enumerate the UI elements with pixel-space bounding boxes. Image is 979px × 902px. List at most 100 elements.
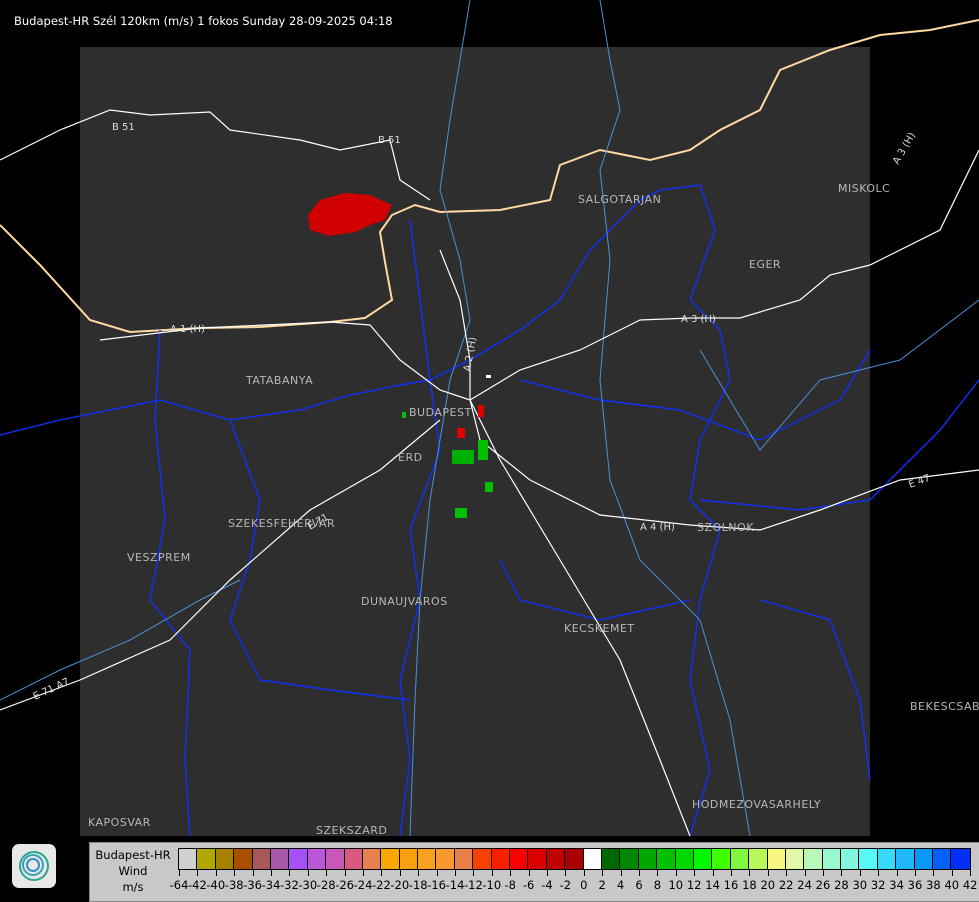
legend-tick-label: 16 <box>723 878 739 892</box>
legend-radar-name: Budapest-HR <box>95 848 171 862</box>
legend-tick <box>786 870 788 876</box>
radar-echo <box>402 412 406 418</box>
legend-tick-label: 4 <box>616 878 625 892</box>
legend-tick-label: -26 <box>335 878 354 892</box>
radar-echo <box>455 508 467 518</box>
legend-tick-label: -2 <box>559 878 572 892</box>
legend-title: Budapest-HR Wind m/s <box>90 847 176 895</box>
legend-color-cell <box>381 849 400 869</box>
legend-tick <box>510 870 512 876</box>
legend-color-cell <box>473 849 492 869</box>
legend-color-cell <box>510 849 529 869</box>
legend-tick-label: 40 <box>944 878 960 892</box>
legend-tick-label: -8 <box>504 878 516 892</box>
legend-tick-label: 18 <box>742 878 757 892</box>
legend-tick-label: 6 <box>635 878 643 892</box>
city-label: BUDAPEST <box>409 406 472 419</box>
legend-tick <box>823 870 824 876</box>
legend-tick <box>179 870 180 876</box>
legend-color-cell <box>197 849 216 869</box>
legend-color-cell <box>528 849 547 869</box>
legend-color-cell <box>804 849 823 869</box>
legend-color-cell <box>933 849 952 869</box>
legend-tick-label: 8 <box>653 878 662 892</box>
legend-color-cell <box>179 849 198 869</box>
legend-tick <box>970 870 972 876</box>
legend-tick-label: -42 <box>187 878 207 892</box>
legend-tick-label: -28 <box>316 878 336 892</box>
legend-color-cell <box>215 849 235 869</box>
legend-tick-label: -30 <box>298 878 318 892</box>
legend-tick <box>473 870 475 876</box>
legend-tick <box>583 870 585 876</box>
radar-echo <box>485 482 493 492</box>
logo <box>12 844 56 888</box>
legend-tick <box>399 870 401 876</box>
legend-tick <box>215 870 217 876</box>
legend-tick <box>363 870 364 876</box>
city-label: SALGOTARJAN <box>578 193 661 206</box>
legend-color-cell <box>289 849 308 869</box>
legend-tick <box>234 870 236 876</box>
legend-color-cell <box>638 849 658 869</box>
legend-color-cell <box>730 849 750 869</box>
legend-tick-label: -24 <box>353 878 373 892</box>
legend-tick-label: 38 <box>926 878 941 892</box>
legend-color-bar <box>178 848 971 870</box>
legend-tick-label: -36 <box>243 878 262 892</box>
radar-echo <box>478 440 488 460</box>
legend-color-cell <box>693 849 713 869</box>
legend-tick <box>896 870 898 876</box>
road-label: E 71 A7 <box>32 676 72 702</box>
legend-color-cell <box>951 849 970 869</box>
legend-tick-label: -12 <box>463 878 483 892</box>
legend-tick <box>933 870 935 876</box>
legend-tick-label: 42 <box>962 878 978 892</box>
legend-tick <box>712 870 714 876</box>
radar-map[interactable]: SALGOTARJAN MISKOLC EGER TATABANYA BUDAP… <box>0 0 979 900</box>
legend-tick-label: -32 <box>279 878 299 892</box>
city-label: KAPOSVAR <box>88 816 151 829</box>
legend-color-cell <box>362 849 382 869</box>
legend-tick-label: 34 <box>889 878 904 892</box>
legend-tick <box>418 870 420 876</box>
radar-echo <box>486 375 491 378</box>
legend-color-cell <box>877 849 897 869</box>
legend-tick <box>436 870 438 876</box>
legend-color-cell <box>454 849 474 869</box>
city-label: ERD <box>398 451 423 464</box>
legend-tick <box>197 870 199 876</box>
legend-tick <box>915 870 916 876</box>
legend-tick <box>951 870 953 876</box>
legend-tick-label: 2 <box>598 878 606 892</box>
legend-tick <box>252 870 254 876</box>
legend-tick <box>344 870 346 876</box>
road-label: A 1 (H) <box>170 324 205 335</box>
legend-tick <box>307 870 309 876</box>
legend-tick-label: -10 <box>482 878 502 892</box>
city-label: EGER <box>749 258 781 271</box>
legend-color-cell <box>675 849 694 869</box>
legend-tick-label: -4 <box>541 878 553 892</box>
legend-tick-label: 10 <box>668 878 684 892</box>
legend-tick <box>731 870 732 876</box>
radar-echo <box>452 450 474 464</box>
legend-color-cell <box>326 849 345 869</box>
legend-tick-label: 0 <box>580 878 588 892</box>
legend-color-cell <box>859 849 878 869</box>
legend-color-cell <box>896 849 915 869</box>
legend-tick <box>749 870 751 876</box>
legend-color-cell <box>252 849 271 869</box>
legend-tick-label: 12 <box>686 878 702 892</box>
legend-color-cell <box>344 849 363 869</box>
legend-unit: m/s <box>122 880 144 894</box>
city-label: BEKESCSABA <box>910 700 979 713</box>
legend-tick-label: 26 <box>815 878 831 892</box>
legend-tick-label: -40 <box>206 878 226 892</box>
legend-color-cell <box>749 849 768 869</box>
legend-quantity: Wind <box>118 864 148 878</box>
legend-color-cell <box>712 849 731 869</box>
legend-color-cell <box>841 849 860 869</box>
city-label: KECSKEMET <box>564 622 635 635</box>
legend-tick <box>289 870 291 876</box>
